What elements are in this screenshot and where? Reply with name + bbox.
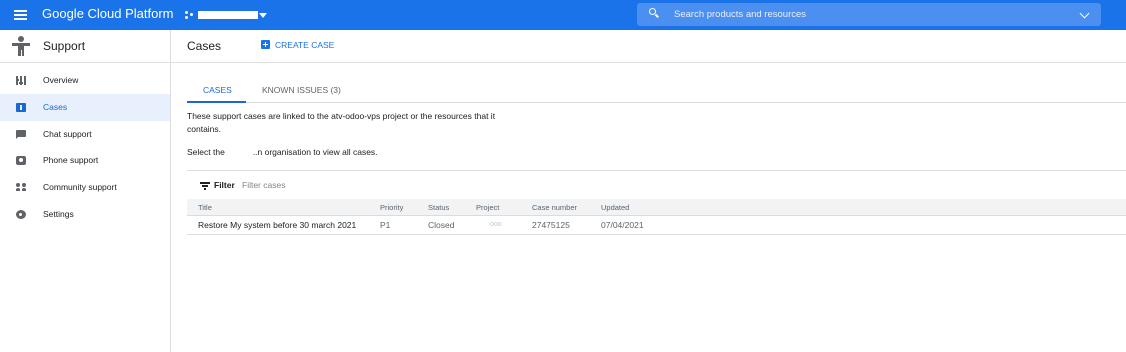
overview-icon [16,76,26,85]
main-content: Cases CREATE CASE CASES KNOWN ISSUES (3)… [171,30,1126,352]
filter-bar: Filter [187,170,1126,199]
cases-description: These support cases are linked to the at… [187,111,496,134]
sidebar-item-label: Overview [43,75,79,85]
column-header-updated[interactable]: Updated [601,203,629,212]
add-box-icon [261,40,270,49]
project-dots-icon [185,11,195,19]
table-row[interactable]: Restore My system before 30 march 2021 P… [187,216,1126,235]
case-priority: P1 [380,220,391,230]
community-icon [16,183,26,192]
select-prefix: Select the [187,147,225,157]
chevron-down-icon[interactable] [1079,8,1090,19]
sidebar-title: Support [43,39,86,53]
select-organisation-text: Select the ..n organisation to view all c… [187,147,378,157]
column-header-priority[interactable]: Priority [380,203,403,212]
filter-icon[interactable] [200,182,210,190]
page-title: Cases [187,39,222,53]
case-number: 27475125 [532,220,570,230]
column-header-title[interactable]: Title [198,203,212,212]
project-name-redacted [198,11,258,19]
create-case-button[interactable]: CREATE CASE [260,39,340,53]
sidebar-item-settings[interactable]: Settings [0,201,170,228]
tab-known-issues[interactable]: KNOWN ISSUES (3) [250,78,350,103]
case-updated: 07/04/2021 [601,220,644,230]
sidebar-item-label: Settings [43,209,74,219]
search-bar[interactable]: Search products and resources [637,3,1101,26]
column-header-project[interactable]: Project [476,203,499,212]
sidebar-item-phone-support[interactable]: Phone support [0,147,170,174]
caret-down-icon [259,13,267,18]
tab-label: KNOWN ISSUES (3) [262,85,341,95]
filter-label[interactable]: Filter [214,180,235,190]
gear-icon [16,210,26,219]
cases-icon [16,103,26,112]
phone-icon [16,156,26,165]
sidebar-item-community-support[interactable]: Community support [0,174,170,201]
select-suffix: ..n organisation to view all cases. [252,147,378,157]
sidebar-item-chat-support[interactable]: Chat support [0,121,170,148]
app-title[interactable]: Google Cloud Platform [42,6,174,21]
case-status: Closed [428,220,455,230]
top-bar: Google Cloud Platform Search products an… [0,0,1126,30]
tab-bar: CASES KNOWN ISSUES (3) [187,78,1126,103]
project-selector[interactable] [185,8,271,22]
table-header: Title Priority Status Project Case numbe… [187,199,1126,216]
sidebar-item-label: Phone support [43,155,99,165]
sidebar-header: Support [0,30,170,63]
chat-icon [16,130,26,139]
sidebar-item-cases[interactable]: Cases [0,94,170,121]
search-icon [649,8,661,20]
filter-input[interactable] [242,176,542,194]
sidebar-item-label: Cases [43,102,68,112]
sidebar: Support Overview Cases Chat support Phon… [0,30,171,352]
create-case-label: CREATE CASE [275,40,335,50]
menu-icon[interactable] [14,10,27,20]
column-header-case-number[interactable]: Case number [532,203,577,212]
case-project: ooo [490,221,502,228]
sidebar-item-label: Community support [43,182,117,192]
case-title[interactable]: Restore My system before 30 march 2021 [198,220,356,230]
tab-label: CASES [203,85,232,95]
column-header-status[interactable]: Status [428,203,449,212]
tab-cases[interactable]: CASES [187,78,246,103]
page-header: Cases CREATE CASE [171,30,1126,63]
sidebar-item-label: Chat support [43,129,92,139]
support-icon [12,36,30,56]
search-placeholder: Search products and resources [674,9,807,20]
sidebar-item-overview[interactable]: Overview [0,67,170,94]
